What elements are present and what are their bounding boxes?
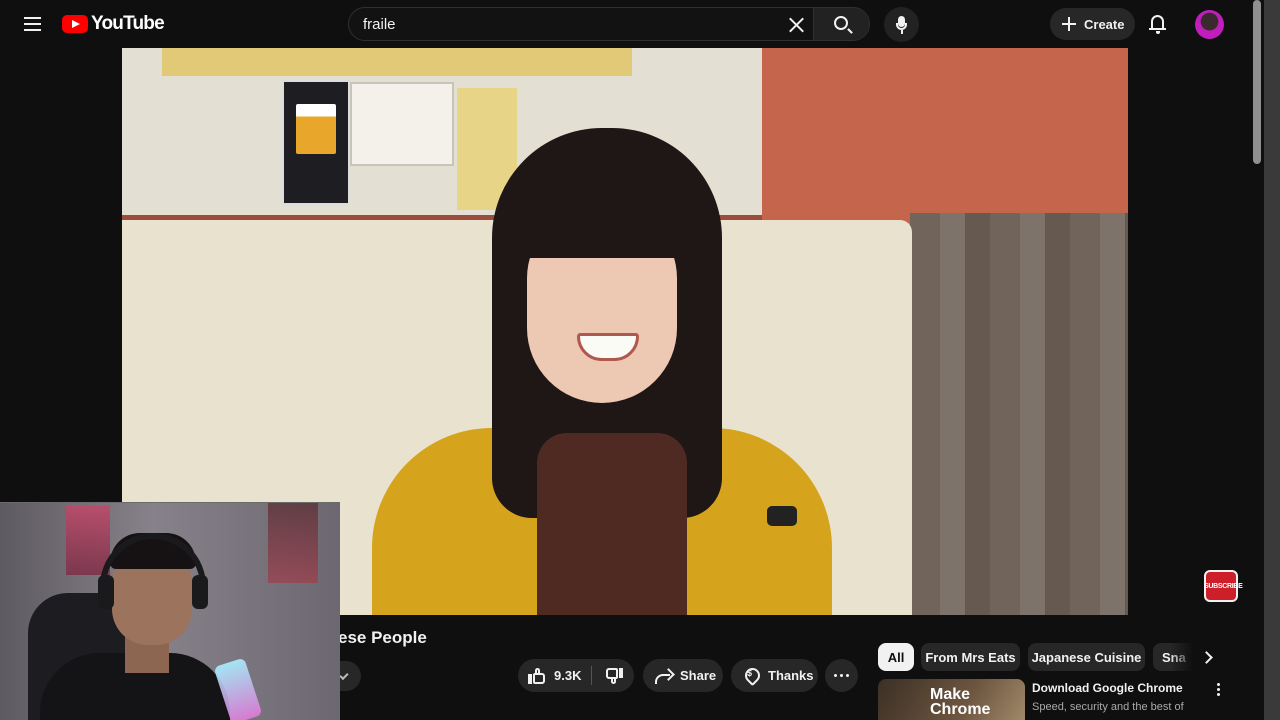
clear-icon[interactable] [785, 14, 807, 36]
more-actions-button[interactable] [825, 659, 858, 692]
bell-icon[interactable] [1146, 12, 1170, 36]
masthead: YouTube Create [0, 0, 1250, 48]
thanks-label: Thanks [768, 668, 814, 683]
video-title: ese People [338, 628, 427, 647]
youtube-logo[interactable]: YouTube [62, 12, 165, 36]
thanks-icon [742, 667, 760, 684]
share-icon [654, 669, 672, 684]
thanks-button[interactable]: Thanks [731, 659, 818, 692]
chip-from-mrs-eats[interactable]: From Mrs Eats [921, 643, 1020, 671]
more-icon [834, 674, 849, 677]
ad-thumbnail[interactable]: Make Chrome [878, 679, 1025, 720]
ad-title[interactable]: Download Google Chrome [1032, 681, 1183, 695]
webcam-overlay [0, 502, 340, 720]
create-button[interactable]: Create [1050, 8, 1135, 40]
ad-thumbnail-text: Make Chrome [930, 686, 991, 718]
ad-subtitle: Speed, security and the best of [1032, 701, 1184, 713]
scrollbar-thumb[interactable] [1253, 0, 1261, 164]
kebab-icon[interactable] [1210, 681, 1226, 697]
youtube-logo-icon [62, 15, 88, 33]
search-box [348, 7, 870, 41]
chip-all[interactable]: All [878, 643, 914, 671]
create-label: Create [1084, 16, 1125, 32]
share-button[interactable]: Share [643, 659, 723, 692]
like-icon [528, 667, 546, 684]
chip-japanese-cuisine[interactable]: Japanese Cuisine [1028, 643, 1145, 671]
plus-icon [1062, 17, 1076, 31]
search-icon [834, 16, 848, 30]
like-separator [591, 666, 592, 685]
voice-search-button[interactable] [884, 7, 919, 42]
dislike-button[interactable] [596, 659, 634, 692]
chevron-right-icon[interactable] [1198, 647, 1218, 667]
like-count: 9.3K [554, 668, 582, 683]
check-icon [339, 670, 349, 681]
like-button[interactable]: 9.3K [518, 659, 590, 692]
subscribe-watermark[interactable]: SUBSCRIBE [1204, 570, 1243, 602]
share-label: Share [680, 668, 717, 683]
menu-icon[interactable] [16, 8, 48, 40]
window-edge [1264, 0, 1280, 720]
subscribe-watermark-label: SUBSCRIBE [1204, 583, 1243, 590]
search-input[interactable] [349, 8, 769, 40]
like-dislike-group: 9.3K [518, 659, 634, 692]
logo-text: YouTube [91, 13, 165, 34]
dislike-icon [605, 668, 623, 684]
account-avatar[interactable] [1195, 10, 1224, 39]
search-button[interactable] [813, 8, 869, 40]
